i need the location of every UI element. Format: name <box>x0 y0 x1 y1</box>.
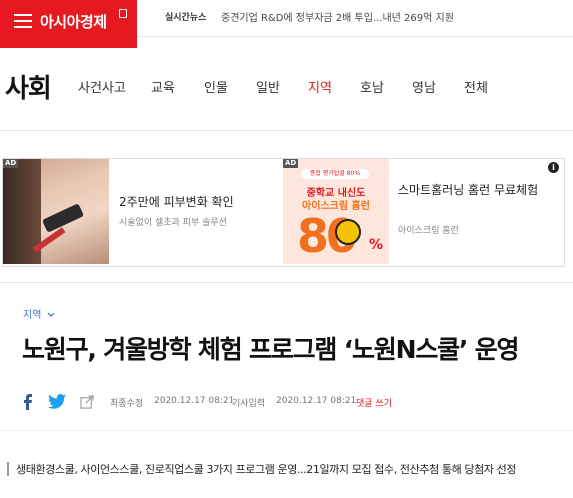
nav-item-education[interactable]: 교육 <box>151 77 175 96</box>
site-logo[interactable]: 아시아경제 <box>0 0 137 48</box>
comment-link[interactable]: 댓글 쓰기 <box>356 396 392 409</box>
published-label: 기사입력 <box>232 399 266 409</box>
facebook-icon[interactable] <box>22 394 34 410</box>
ticker-headline[interactable]: 중견기업 R&D에 정부자금 2배 투입...내년 269억 지원 <box>221 9 454 24</box>
ad1-subtitle[interactable]: 시술없이 셀초과 피부 솔루션 <box>119 215 227 228</box>
nav-item-incidents[interactable]: 사건사고 <box>78 77 126 96</box>
section-nav: 사회 사건사고 교육 인물 일반 지역 호남 영남 전체 <box>0 48 573 131</box>
mascot-icon <box>335 219 361 245</box>
category-label: 지역 <box>23 310 42 321</box>
ad-badge: AD <box>283 159 299 168</box>
ad2-image[interactable]: 종합 평가탑클 80% 중학교 내신도 아이스크림 홈런 80 % <box>283 159 389 264</box>
nav-item-all[interactable]: 전체 <box>464 77 488 96</box>
ad-badge: AD <box>3 159 19 168</box>
divider <box>0 430 573 431</box>
section-title[interactable]: 사회 <box>5 68 52 105</box>
share-icon[interactable] <box>80 394 95 409</box>
updated-time: 2020.12.17 08:21 <box>154 396 235 406</box>
divider <box>0 282 573 283</box>
ad2-image-top: 종합 평가탑클 80% <box>301 169 369 179</box>
ad2-subtitle[interactable]: 아이스크림 홈런 <box>398 223 459 236</box>
nav-item-yeongnam[interactable]: 영남 <box>412 77 436 96</box>
ad1-title[interactable]: 2주만에 피부변화 확인 <box>119 193 234 210</box>
ad-banner: AD 2주만에 피부변화 확인 시술없이 셀초과 피부 솔루션 종합 평가탑클 … <box>2 158 565 267</box>
chevron-down-icon <box>47 312 55 317</box>
summary-marker <box>7 462 9 476</box>
twitter-icon[interactable] <box>48 394 66 409</box>
article-headline: 노원구, 겨울방학 체험 프로그램 ‘노원N스쿨’ 운영 <box>22 335 520 364</box>
info-icon[interactable]: i <box>548 162 559 173</box>
ticker-label: 실시간뉴스 <box>165 13 207 23</box>
article-category[interactable]: 지역 <box>23 306 55 321</box>
nav-item-general[interactable]: 일반 <box>256 77 280 96</box>
nav-item-honam[interactable]: 호남 <box>360 77 384 96</box>
top-bar: 아시아경제 실시간뉴스 중견기업 R&D에 정부자금 2배 투입...내년 26… <box>0 0 573 48</box>
article-summary: 생태환경스쿨, 사이언스스쿨, 진로직업스쿨 3가지 프로그램 운영...21일… <box>16 463 517 476</box>
published-time: 2020.12.17 08:21 <box>276 396 357 406</box>
updated-label: 최종수정 <box>110 399 144 409</box>
logo-text: 아시아경제 <box>40 13 107 31</box>
ad2-title[interactable]: 스마트홈러닝 홈런 무료체험 <box>398 181 548 199</box>
nav-item-region[interactable]: 지역 <box>308 77 332 96</box>
ad1-image[interactable] <box>3 159 109 264</box>
nav-item-people[interactable]: 인물 <box>204 77 228 96</box>
hamburger-icon[interactable] <box>14 14 32 28</box>
ad2-image-pct: % <box>369 237 384 253</box>
logo-mark-icon <box>119 9 127 18</box>
